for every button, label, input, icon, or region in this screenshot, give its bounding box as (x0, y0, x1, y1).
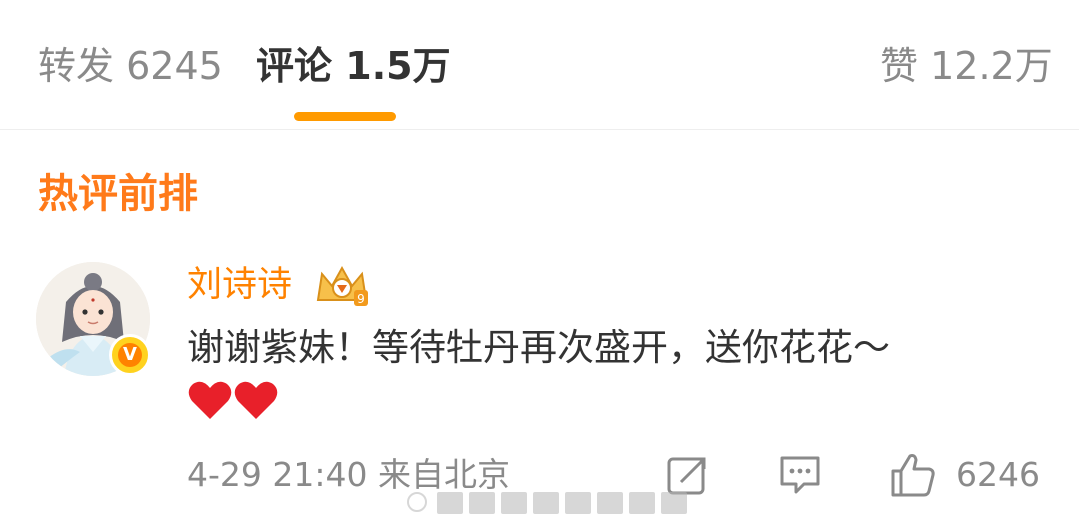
comment-text: 谢谢紫妹！等待牡丹再次盛开，送你花花～ (187, 326, 890, 369)
vip-crown-icon: 9 (316, 265, 368, 306)
divider (0, 129, 1079, 130)
tab-like-label: 赞 (880, 44, 919, 88)
tab-repost-count: 6245 (126, 44, 223, 88)
heart-icon (188, 381, 232, 419)
interaction-tabs: 转发 6245 评论 1.5万 赞 12.2万 (0, 0, 1079, 130)
like-count: 6246 (956, 455, 1040, 494)
tab-comment[interactable]: 评论 1.5万 (256, 40, 451, 92)
tab-repost-label: 转发 (38, 44, 115, 88)
comment-username[interactable]: 刘诗诗 (187, 262, 292, 308)
active-tab-indicator (294, 112, 396, 121)
comment-icon[interactable] (777, 452, 823, 498)
verified-v-icon: V (109, 334, 151, 376)
tab-comment-label: 评论 (256, 44, 333, 88)
tab-comment-count: 1.5万 (345, 44, 451, 88)
like-icon[interactable] (890, 452, 936, 498)
watermark (407, 492, 687, 514)
tab-like-count: 12.2万 (930, 44, 1053, 88)
comment-time: 4-29 21:40 (187, 455, 368, 494)
section-title: 热评前排 (38, 171, 198, 217)
heart-icon (234, 381, 278, 419)
tab-repost[interactable]: 转发 6245 (38, 40, 223, 92)
svg-text:9: 9 (357, 292, 365, 306)
tab-like[interactable]: 赞 12.2万 (880, 40, 1053, 92)
